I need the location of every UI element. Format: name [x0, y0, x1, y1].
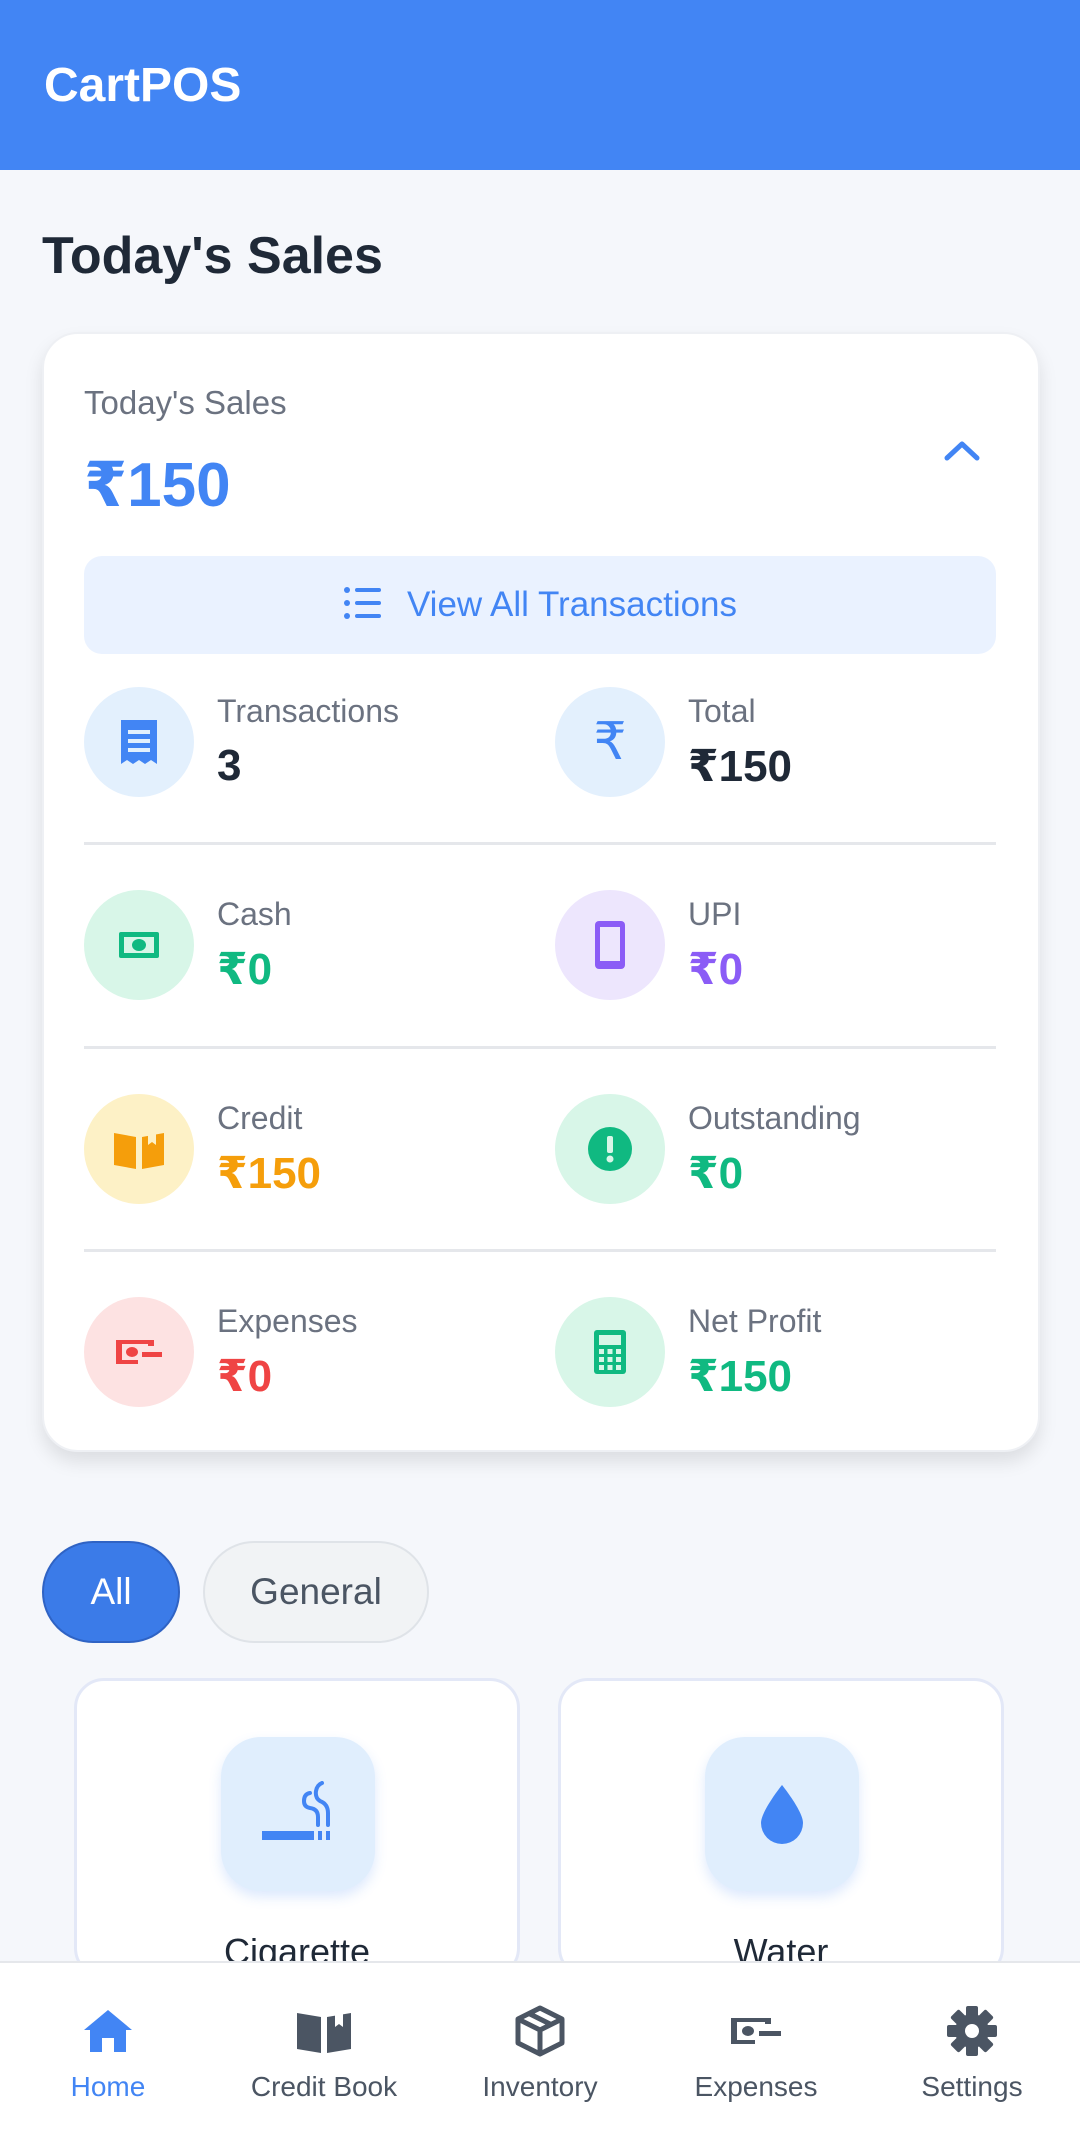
product-card[interactable]: Water [558, 1678, 1004, 1978]
product-card[interactable]: Cigarette [74, 1678, 520, 1978]
book-icon [84, 1094, 194, 1204]
divider [84, 842, 996, 845]
stat-label: Outstanding [688, 1100, 861, 1136]
nav-label: Settings [921, 2071, 1023, 2102]
receipt-icon [84, 687, 194, 797]
stat-label: Credit [217, 1100, 303, 1136]
home-icon [0, 2003, 216, 2059]
stat-value: 3 [217, 741, 242, 790]
stat-net-profit: Net Profit ₹150 [555, 1297, 985, 1409]
money-off-icon [84, 1297, 194, 1407]
stat-value: ₹150 [217, 1149, 322, 1198]
money-off-icon [648, 2003, 864, 2059]
list-icon [343, 585, 383, 626]
stat-total: ₹ Total ₹150 [555, 687, 985, 799]
stat-value: ₹150 [688, 742, 793, 791]
nav-label: Expenses [694, 2071, 818, 2102]
stat-label: Cash [217, 896, 292, 932]
nav-item-inventory[interactable]: Inventory [432, 1963, 648, 2129]
alert-icon [555, 1094, 665, 1204]
stat-label: Net Profit [688, 1303, 822, 1339]
stat-cash: Cash ₹0 [84, 890, 514, 1002]
rupee-icon: ₹ [555, 687, 665, 797]
divider [84, 1046, 996, 1049]
phone-icon [555, 890, 665, 1000]
stat-value: ₹0 [217, 1352, 273, 1401]
stat-label: Total [688, 693, 756, 729]
stat-credit: Credit ₹150 [84, 1094, 514, 1206]
cash-icon [84, 890, 194, 1000]
stat-value: ₹150 [688, 1352, 793, 1401]
gear-icon [864, 2003, 1080, 2059]
box-icon [432, 2003, 648, 2059]
view-all-label: View All Transactions [406, 585, 738, 624]
water-drop-icon [705, 1737, 859, 1891]
summary-amount: ₹150 [84, 451, 231, 520]
stat-transactions: Transactions 3 [84, 687, 514, 799]
stat-value: ₹0 [217, 945, 273, 994]
chevron-up-icon[interactable] [934, 430, 990, 470]
summary-label: Today's Sales [84, 384, 287, 421]
smoking-icon [221, 1737, 375, 1891]
stat-label: UPI [688, 896, 742, 932]
nav-item-credit-book[interactable]: Credit Book [216, 1963, 432, 2129]
filter-chip-all[interactable]: All [42, 1541, 180, 1643]
stat-value: ₹0 [688, 945, 744, 994]
stat-value: ₹0 [688, 1149, 744, 1198]
book-icon [216, 2003, 432, 2059]
app-bar: CartPOS [0, 0, 1080, 170]
nav-item-settings[interactable]: Settings [864, 1963, 1080, 2129]
stat-expenses: Expenses ₹0 [84, 1297, 514, 1409]
bottom-navigation: Home Credit Book Inventory Expenses Sett… [0, 1961, 1080, 2129]
calculator-icon [555, 1297, 665, 1407]
filter-chip-general[interactable]: General [203, 1541, 429, 1643]
stat-label: Expenses [217, 1303, 358, 1339]
stat-label: Transactions [217, 693, 399, 729]
nav-item-home[interactable]: Home [0, 1963, 216, 2129]
app-title: CartPOS [44, 59, 242, 112]
stat-outstanding: Outstanding ₹0 [555, 1094, 985, 1206]
divider [84, 1249, 996, 1252]
view-all-transactions-button[interactable]: View All Transactions [84, 556, 996, 654]
nav-item-expenses[interactable]: Expenses [648, 1963, 864, 2129]
stat-upi: UPI ₹0 [555, 890, 985, 1002]
nav-label: Credit Book [250, 2071, 398, 2102]
nav-label: Home [70, 2071, 146, 2102]
nav-label: Inventory [482, 2071, 598, 2102]
page-title: Today's Sales [42, 227, 383, 285]
